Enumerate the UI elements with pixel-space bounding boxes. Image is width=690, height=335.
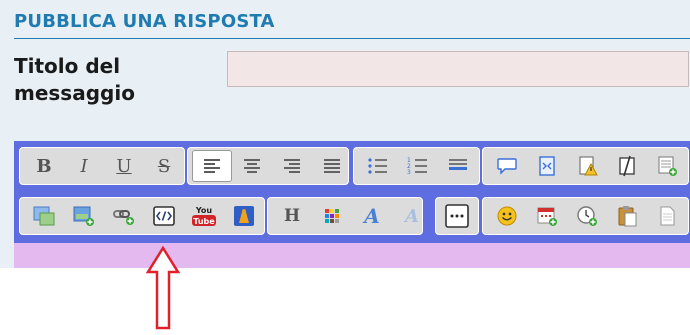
color-palette-icon [325,209,339,223]
svg-text:You: You [195,206,213,215]
image-add-icon [73,206,94,226]
underline-button[interactable]: U [104,150,144,182]
video-button[interactable] [224,200,264,232]
color-button[interactable] [312,200,352,232]
youtube-icon: You Tube [192,206,216,226]
bullet-list-icon [368,158,387,174]
insert-group-2 [482,197,689,235]
time-button[interactable] [567,200,607,232]
paste-button[interactable] [607,200,647,232]
align-left-icon [204,159,220,173]
align-center-icon [244,159,260,173]
media-group: You Tube [19,197,265,235]
warning-doc-button[interactable] [567,150,607,182]
section-title: PUBBLICA UNA RISPOSTA [14,11,275,32]
video-figure-icon [234,206,254,226]
blank-document-icon [660,206,675,226]
format-group: H A A [267,197,423,235]
calendar-add-icon [537,207,557,226]
new-page-button[interactable] [647,200,687,232]
align-left-button[interactable] [192,150,232,182]
document-code-icon [539,156,555,176]
image-upload-icon [33,206,55,226]
svg-text:Tube: Tube [193,217,215,226]
smiley-button[interactable] [487,200,527,232]
justify-button[interactable] [312,150,352,182]
italic-button[interactable]: I [64,150,104,182]
message-title-input[interactable] [227,51,689,87]
svg-text:3: 3 [407,169,411,175]
horizontal-rule-icon [449,159,467,170]
text-style-group: B I U S [19,147,185,185]
list-group: 123 [353,147,480,185]
code-quote-button[interactable] [527,150,567,182]
more-group [435,197,479,235]
up-arrow-annotation-icon [145,245,181,330]
title-divider [14,38,690,39]
font-remove-icon: A [405,205,419,227]
spoiler-button[interactable] [607,150,647,182]
insert-code-button[interactable] [144,200,184,232]
table-add-icon [658,156,677,176]
alignment-group [187,147,349,185]
clock-add-icon [577,206,597,226]
document-slash-icon [619,155,635,177]
reply-panel: PUBBLICA UNA RISPOSTA Titolo del messagg… [0,0,690,268]
smiley-icon [497,206,517,226]
table-button[interactable] [647,150,687,182]
strikethrough-button[interactable]: S [144,150,184,182]
insert-image-button[interactable] [64,200,104,232]
message-title-label: Titolo del messaggio [14,54,135,105]
upload-image-button[interactable] [24,200,64,232]
more-button[interactable] [440,200,474,232]
insert-link-button[interactable] [104,200,144,232]
bold-button[interactable]: B [24,150,64,182]
date-button[interactable] [527,200,567,232]
quote-button[interactable] [487,150,527,182]
align-right-icon [284,159,300,173]
insert-group-1 [482,147,689,185]
numbered-list-button[interactable]: 123 [398,150,438,182]
horizontal-rule-button[interactable] [438,150,478,182]
numbered-list-icon: 123 [407,157,427,175]
editor-text-area[interactable] [14,243,690,268]
justify-icon [324,159,340,173]
link-add-icon [113,210,134,225]
speech-bubble-icon [497,158,517,175]
remove-format-button[interactable]: A [392,200,432,232]
editor-toolbar: B I U S 123 You Tube H A A [14,141,690,243]
youtube-button[interactable]: You Tube [184,200,224,232]
code-brackets-icon [153,206,175,226]
font-button[interactable]: A [352,200,392,232]
clipboard-icon [618,206,637,227]
document-warning-icon [579,156,598,176]
bullet-list-button[interactable] [358,150,398,182]
more-dots-icon [445,204,469,228]
heading-button[interactable]: H [272,200,312,232]
align-right-button[interactable] [272,150,312,182]
align-center-button[interactable] [232,150,272,182]
